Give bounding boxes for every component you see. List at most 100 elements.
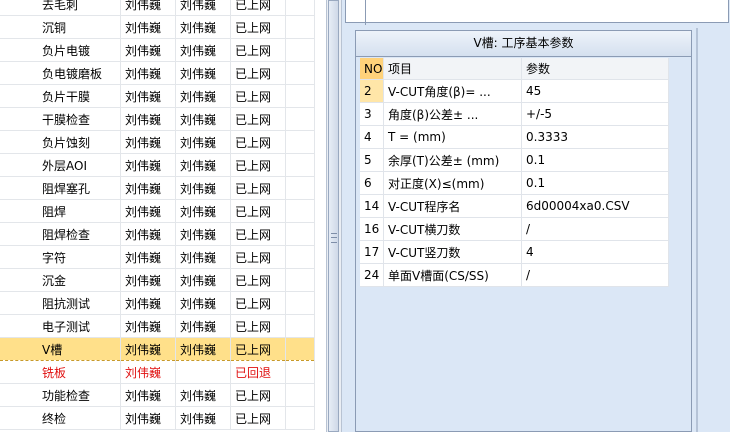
status-text: 已上网 <box>230 291 286 315</box>
parameter-row[interactable]: 17 V-CUT竖刀数 4 <box>360 240 669 264</box>
operator-2: 刘伟巍 <box>175 107 231 131</box>
param-value: 45 <box>521 79 669 103</box>
param-no: 3 <box>360 102 384 126</box>
process-row[interactable]: 阻抗测试 刘伟巍 刘伟巍 已上网 <box>0 291 315 315</box>
process-name: 负片电镀 <box>0 38 121 62</box>
parameter-row[interactable]: 14 V-CUT程序名 6d00004xa0.CSV <box>360 194 669 218</box>
process-row[interactable]: 阻焊塞孔 刘伟巍 刘伟巍 已上网 <box>0 176 315 200</box>
top-box-divider <box>365 0 366 25</box>
header-no: NO <box>360 58 384 80</box>
param-value: / <box>521 263 669 287</box>
operator-2: 刘伟巍 <box>175 268 231 292</box>
param-value: 6d00004xa0.CSV <box>521 194 669 218</box>
parameter-row[interactable]: 16 V-CUT横刀数 / <box>360 217 669 241</box>
operator-1: 刘伟巍 <box>120 153 176 177</box>
operator-2: 刘伟巍 <box>175 337 231 361</box>
operator-2 <box>175 360 231 384</box>
process-row[interactable]: 负片电镀 刘伟巍 刘伟巍 已上网 <box>0 38 315 62</box>
operator-2: 刘伟巍 <box>175 130 231 154</box>
parameter-row[interactable]: 2 V-CUT角度(β)= ... 45 <box>360 79 669 103</box>
header-item: 项目 <box>383 58 522 80</box>
process-name: V槽 <box>0 337 121 361</box>
process-row[interactable]: 阻焊检查 刘伟巍 刘伟巍 已上网 <box>0 222 315 246</box>
empty-cell <box>285 199 315 223</box>
param-item: 对正度(X)≤(mm) <box>383 171 522 195</box>
param-no: 14 <box>360 194 384 218</box>
status-text: 已上网 <box>230 176 286 200</box>
empty-cell <box>285 130 315 154</box>
status-text: 已回退 <box>230 360 286 384</box>
operator-1: 刘伟巍 <box>120 84 176 108</box>
operator-2: 刘伟巍 <box>175 38 231 62</box>
status-text: 已上网 <box>230 383 286 407</box>
parameter-row[interactable]: 4T = (mm) 0.3333 <box>360 125 669 149</box>
status-text: 已上网 <box>230 38 286 62</box>
operator-1: 刘伟巍 <box>120 0 176 16</box>
status-text: 已上网 <box>230 406 286 430</box>
process-list-scrollbar[interactable] <box>326 0 342 432</box>
process-row[interactable]: 负片蚀刻 刘伟巍 刘伟巍 已上网 <box>0 130 315 154</box>
status-text: 已上网 <box>230 245 286 269</box>
empty-cell <box>285 0 315 16</box>
empty-cell <box>285 38 315 62</box>
panel-title: V槽: 工序基本参数 <box>356 31 691 57</box>
scrollbar-thumb[interactable] <box>328 0 339 432</box>
status-text: 已上网 <box>230 15 286 39</box>
parameter-table: NO 项目 参数 2 V-CUT角度(β)= ... 45 3 角度(β)公差± ...… <box>360 58 669 287</box>
parameter-row[interactable]: 6 对正度(X)≤(mm) 0.1 <box>360 171 669 195</box>
process-name: 终检 <box>0 406 121 430</box>
process-row[interactable]: 负电镀磨板 刘伟巍 刘伟巍 已上网 <box>0 61 315 85</box>
process-name: 沉铜 <box>0 15 121 39</box>
process-row[interactable]: 去毛刺 刘伟巍 刘伟巍 已上网 <box>0 0 315 16</box>
process-name: 负电镀磨板 <box>0 61 121 85</box>
process-row[interactable]: 干膜检查 刘伟巍 刘伟巍 已上网 <box>0 107 315 131</box>
param-item: 余厚(T)公差± (mm) <box>383 148 522 172</box>
process-row[interactable]: 终检 刘伟巍 刘伟巍 已上网 <box>0 406 315 430</box>
status-text: 已上网 <box>230 153 286 177</box>
process-row[interactable]: 沉铜 刘伟巍 刘伟巍 已上网 <box>0 15 315 39</box>
status-text: 已上网 <box>230 314 286 338</box>
process-row[interactable]: 功能检查 刘伟巍 刘伟巍 已上网 <box>0 383 315 407</box>
process-row[interactable]: 电子测试 刘伟巍 刘伟巍 已上网 <box>0 314 315 338</box>
operator-2: 刘伟巍 <box>175 153 231 177</box>
param-no: 5 <box>360 148 384 172</box>
right-panel-divider[interactable] <box>696 28 698 432</box>
table-header-row: NO 项目 参数 <box>360 58 669 80</box>
operator-2: 刘伟巍 <box>175 406 231 430</box>
process-row[interactable]: 外层AOI 刘伟巍 刘伟巍 已上网 <box>0 153 315 177</box>
operator-1: 刘伟巍 <box>120 245 176 269</box>
parameter-row[interactable]: 3 角度(β)公差± ... +/-5 <box>360 102 669 126</box>
operator-1: 刘伟巍 <box>120 176 176 200</box>
scrollbar-grip-icon <box>331 233 337 243</box>
operator-1: 刘伟巍 <box>120 314 176 338</box>
param-no: 16 <box>360 217 384 241</box>
status-text: 已上网 <box>230 61 286 85</box>
process-row[interactable]: V槽 刘伟巍 刘伟巍 已上网 <box>0 337 315 361</box>
empty-cell <box>285 107 315 131</box>
operator-2: 刘伟巍 <box>175 176 231 200</box>
process-row[interactable]: 负片干膜 刘伟巍 刘伟巍 已上网 <box>0 84 315 108</box>
process-name: 阻焊检查 <box>0 222 121 246</box>
operator-1: 刘伟巍 <box>120 107 176 131</box>
operator-1: 刘伟巍 <box>120 15 176 39</box>
empty-cell <box>285 61 315 85</box>
param-item: V-CUT程序名 <box>383 194 522 218</box>
process-row[interactable]: 铣板 刘伟巍 已回退 <box>0 360 315 384</box>
operator-2: 刘伟巍 <box>175 84 231 108</box>
parameter-row[interactable]: 5 余厚(T)公差± (mm) 0.1 <box>360 148 669 172</box>
param-no: 17 <box>360 240 384 264</box>
param-no: 6 <box>360 171 384 195</box>
process-row[interactable]: 字符 刘伟巍 刘伟巍 已上网 <box>0 245 315 269</box>
operator-2: 刘伟巍 <box>175 383 231 407</box>
process-row[interactable]: 阻焊 刘伟巍 刘伟巍 已上网 <box>0 199 315 223</box>
process-row[interactable]: 沉金 刘伟巍 刘伟巍 已上网 <box>0 268 315 292</box>
empty-cell <box>285 153 315 177</box>
empty-cell <box>285 383 315 407</box>
param-no: 24 <box>360 263 384 287</box>
process-name: 负片干膜 <box>0 84 121 108</box>
operator-2: 刘伟巍 <box>175 245 231 269</box>
operator-1: 刘伟巍 <box>120 199 176 223</box>
process-name: 功能检查 <box>0 383 121 407</box>
parameter-row[interactable]: 24 单面V槽面(CS/SS) / <box>360 263 669 287</box>
operator-1: 刘伟巍 <box>120 291 176 315</box>
